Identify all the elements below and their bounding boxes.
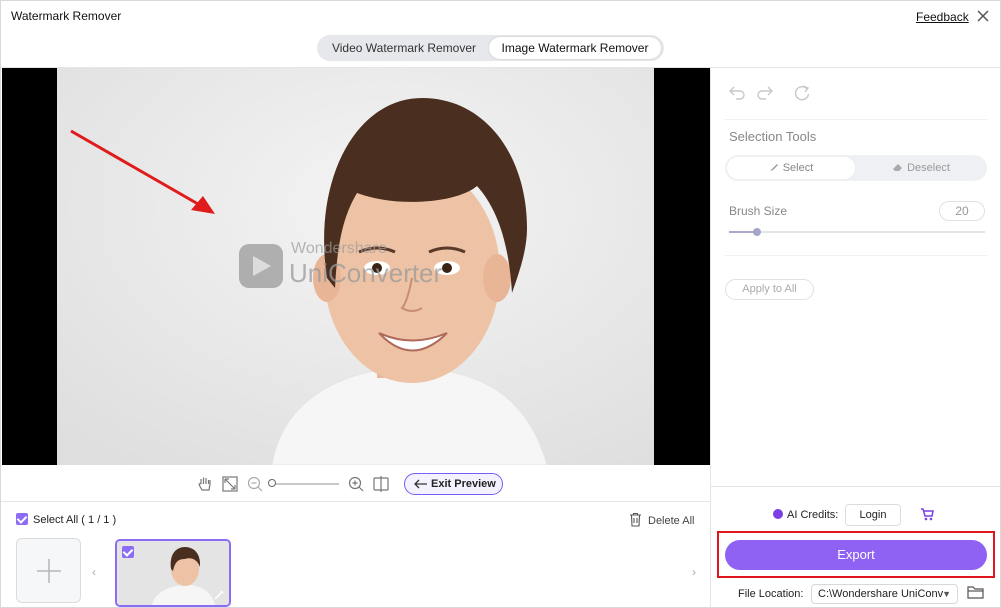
uniconverter-logo-icon (239, 244, 283, 288)
divider (1, 501, 710, 502)
watermark-line1: Wondershare (291, 240, 387, 257)
fit-screen-icon[interactable] (221, 475, 239, 493)
checkbox-checked-icon (16, 513, 28, 525)
app-title: Watermark Remover (11, 9, 122, 23)
divider (725, 119, 987, 120)
brush-size-input[interactable]: 20 (939, 201, 985, 221)
export-button[interactable]: Export (725, 540, 987, 570)
ai-credits-label: AI Credits: (787, 509, 839, 521)
divider (711, 486, 1001, 487)
deselect-tool-label: Deselect (907, 162, 950, 174)
zoom-out-icon[interactable] (246, 475, 264, 493)
tab-image-watermark-remover[interactable]: Image Watermark Remover (489, 37, 661, 59)
brush-size-label: Brush Size (729, 204, 788, 218)
delete-all-label: Delete All (648, 515, 695, 527)
plus-icon (37, 559, 61, 583)
image-preview-canvas[interactable]: Wondershare UniConverter (2, 68, 710, 465)
selection-tools-label: Selection Tools (729, 129, 817, 144)
thumbnail-checkbox-icon[interactable] (122, 546, 134, 558)
trash-icon (630, 512, 641, 527)
right-panel: Selection Tools Select Deselect Brush Si… (711, 68, 1001, 608)
cart-icon[interactable] (920, 508, 934, 521)
tab-video-watermark-remover[interactable]: Video Watermark Remover (321, 37, 487, 59)
file-location-dropdown[interactable]: C:\Wondershare UniConv ▼ (811, 584, 958, 604)
hand-icon[interactable] (196, 475, 214, 493)
reset-icon[interactable] (793, 84, 811, 102)
login-button[interactable]: Login (845, 504, 901, 526)
image-thumbnail[interactable] (115, 539, 231, 607)
deselect-tool-button[interactable]: Deselect (857, 157, 985, 179)
feedback-link[interactable]: Feedback (916, 10, 969, 24)
redo-icon[interactable] (756, 84, 774, 102)
watermark-overlay: Wondershare UniConverter (237, 238, 477, 294)
selection-mode-toggle: Select Deselect (725, 155, 987, 181)
brush-icon (769, 164, 778, 171)
divider (725, 255, 987, 256)
exit-preview-label: Exit Preview (431, 478, 496, 490)
zoom-in-icon[interactable] (347, 475, 365, 493)
file-location-value: C:\Wondershare UniConv (818, 588, 944, 600)
ai-credits: AI Credits: (773, 509, 838, 521)
undo-icon[interactable] (728, 84, 746, 102)
chevron-down-icon: ▼ (942, 589, 951, 599)
folder-icon[interactable] (967, 585, 984, 599)
watermark-remover-window: Watermark Remover Feedback Video Waterma… (0, 0, 1001, 608)
zoom-slider[interactable] (269, 483, 339, 485)
select-all-label: Select All ( 1 / 1 ) (33, 514, 117, 526)
title-bar: Watermark Remover Feedback (1, 1, 1001, 33)
exit-preview-button[interactable]: Exit Preview (404, 473, 503, 495)
ai-credits-icon (773, 509, 783, 519)
select-tool-button[interactable]: Select (727, 157, 855, 179)
scroll-right-arrow-icon[interactable]: › (692, 565, 696, 579)
back-arrow-icon (414, 479, 427, 489)
watermark-line2: UniConverter (289, 258, 443, 288)
brush-size-slider[interactable] (729, 231, 985, 233)
brush-edit-icon (214, 590, 224, 600)
mode-tabs: Video Watermark Remover Image Watermark … (317, 35, 664, 61)
delete-all-button[interactable]: Delete All (629, 512, 694, 527)
select-all-checkbox[interactable]: Select All ( 1 / 1 ) (16, 513, 116, 526)
close-icon[interactable] (973, 6, 993, 26)
compare-icon[interactable] (372, 475, 390, 493)
scroll-left-arrow-icon[interactable]: ‹ (92, 565, 96, 579)
select-tool-label: Select (782, 162, 814, 174)
apply-to-all-button[interactable]: Apply to All (725, 279, 814, 300)
add-file-button[interactable] (16, 538, 81, 603)
zoom-toolbar (1, 467, 710, 501)
brush-size-handle[interactable] (753, 228, 761, 236)
eraser-icon (893, 164, 903, 171)
zoom-slider-handle[interactable] (268, 479, 276, 487)
preview-photo: Wondershare UniConverter (57, 68, 654, 465)
file-location-label: File Location: (738, 588, 804, 600)
annotation-arrow-icon (70, 129, 215, 214)
